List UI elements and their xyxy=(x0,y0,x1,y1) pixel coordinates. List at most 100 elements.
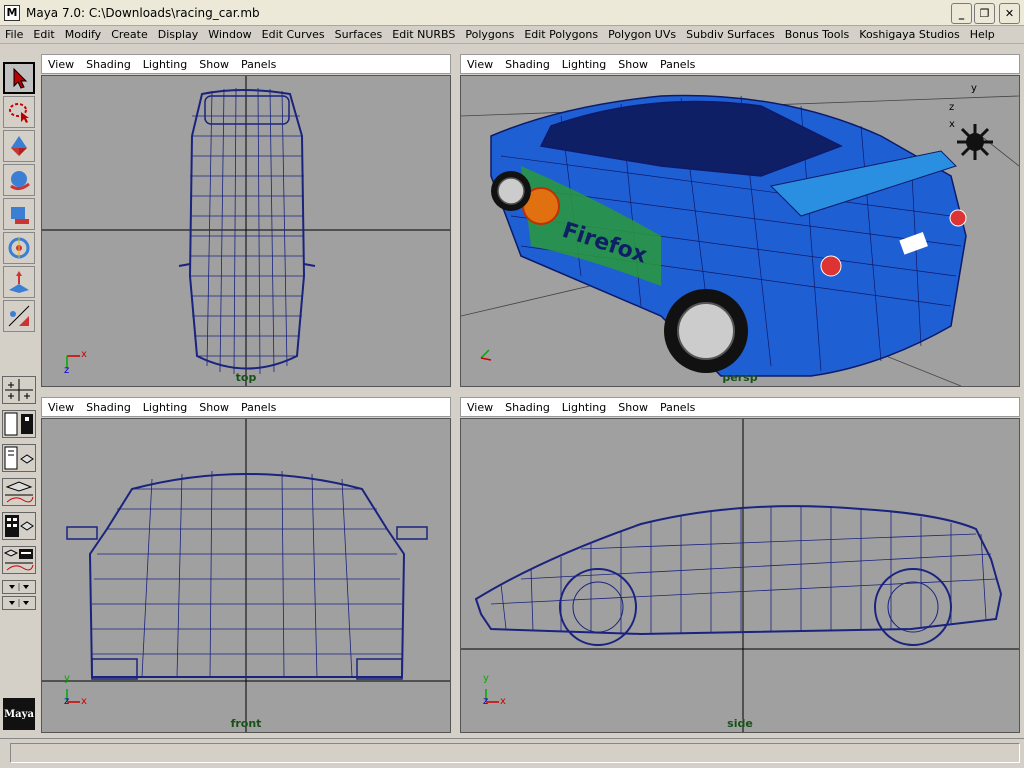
menu-polygon-uvs[interactable]: Polygon UVs xyxy=(603,28,681,41)
menu-bonus-tools[interactable]: Bonus Tools xyxy=(780,28,855,41)
panel-menu-panels[interactable]: Panels xyxy=(235,401,282,414)
side-viewport[interactable]: y z x side xyxy=(460,418,1020,733)
lasso-icon xyxy=(9,103,29,123)
side-view-panel: View Shading Lighting Show Panels y z x … xyxy=(460,397,1020,733)
hypergraph-icon xyxy=(4,446,34,470)
camera-label-persp: persp xyxy=(722,371,758,384)
viewcube-label-z: z xyxy=(949,102,955,113)
menu-edit-curves[interactable]: Edit Curves xyxy=(257,28,330,41)
menu-window[interactable]: Window xyxy=(203,28,256,41)
panel-menu-show[interactable]: Show xyxy=(193,58,235,71)
panel-menu-shading[interactable]: Shading xyxy=(80,401,137,414)
menu-koshigaya-studios[interactable]: Koshigaya Studios xyxy=(854,28,964,41)
panel-menu-bar: View Shading Lighting Show Panels xyxy=(460,397,1020,417)
viewcube-label-x: x xyxy=(949,119,955,130)
show-manip-icon xyxy=(8,305,30,327)
rotate-tool-button[interactable] xyxy=(3,164,35,196)
panel-menu-bar: View Shading Lighting Show Panels xyxy=(41,397,451,417)
panel-menu-show[interactable]: Show xyxy=(612,58,654,71)
layout-trax-editor-button[interactable] xyxy=(2,546,36,574)
menu-file[interactable]: File xyxy=(0,28,28,41)
panel-menu-view[interactable]: View xyxy=(42,401,80,414)
panel-menu-panels[interactable]: Panels xyxy=(654,401,701,414)
universal-manipulator-button[interactable] xyxy=(3,232,35,264)
menu-edit[interactable]: Edit xyxy=(28,28,59,41)
soft-mod-icon xyxy=(9,271,29,293)
title-bar: M Maya 7.0: C:\Downloads\racing_car.mb _… xyxy=(0,0,1024,26)
scale-tool-button[interactable] xyxy=(3,198,35,230)
top-view-car-wireframe xyxy=(42,76,450,386)
channel-box-icon xyxy=(5,515,34,537)
restore-button[interactable]: ❐ xyxy=(974,3,995,24)
lasso-tool-button[interactable] xyxy=(3,96,35,128)
axis-label-x: x xyxy=(500,696,506,707)
front-viewport[interactable]: y z x front xyxy=(41,418,451,733)
menu-surfaces[interactable]: Surfaces xyxy=(330,28,388,41)
layout-persp-outliner-button[interactable] xyxy=(2,410,36,438)
layout-dropdown-2[interactable] xyxy=(2,596,36,610)
close-button[interactable]: ✕ xyxy=(999,3,1020,24)
panel-menu-lighting[interactable]: Lighting xyxy=(556,58,612,71)
viewcube-label-y: y xyxy=(971,83,977,94)
axis-label-y: y xyxy=(483,673,489,684)
trax-editor-icon xyxy=(3,549,34,571)
menu-edit-polygons[interactable]: Edit Polygons xyxy=(519,28,603,41)
axis-label-z: z xyxy=(64,696,70,707)
layout-four-view-button[interactable] xyxy=(2,376,36,404)
layout-dropdown-1[interactable] xyxy=(2,580,36,594)
panel-menu-lighting[interactable]: Lighting xyxy=(137,58,193,71)
panel-menu-view[interactable]: View xyxy=(461,58,499,71)
menu-edit-nurbs[interactable]: Edit NURBS xyxy=(387,28,460,41)
panel-menu-bar: View Shading Lighting Show Panels xyxy=(460,54,1020,74)
maya-app-icon: M xyxy=(4,4,20,21)
toolbox: Maya xyxy=(0,58,38,738)
view-cube-icon[interactable] xyxy=(957,124,993,160)
chevron-down-icon xyxy=(9,599,29,607)
panel-menu-bar: View Shading Lighting Show Panels xyxy=(41,54,451,74)
menu-display[interactable]: Display xyxy=(153,28,204,41)
rotate-icon xyxy=(10,171,30,191)
camera-label-front: front xyxy=(230,717,262,730)
panel-menu-lighting[interactable]: Lighting xyxy=(137,401,193,414)
panel-menu-view[interactable]: View xyxy=(461,401,499,414)
menu-polygons[interactable]: Polygons xyxy=(460,28,519,41)
scale-icon xyxy=(11,207,29,224)
window-title: Maya 7.0: C:\Downloads\racing_car.mb xyxy=(26,5,260,20)
select-tool-button[interactable] xyxy=(3,62,35,94)
move-tool-button[interactable] xyxy=(3,130,35,162)
command-line-field[interactable] xyxy=(10,743,1020,763)
camera-label-side: side xyxy=(727,717,753,730)
panel-menu-view[interactable]: View xyxy=(42,58,80,71)
top-view-panel: View Shading Lighting Show Panels x z to… xyxy=(41,54,451,387)
top-viewport[interactable]: x z top xyxy=(41,75,451,387)
panel-menu-show[interactable]: Show xyxy=(612,401,654,414)
soft-modification-button[interactable] xyxy=(3,266,35,298)
layout-graph-editor-button[interactable] xyxy=(2,478,36,506)
show-manipulator-button[interactable] xyxy=(3,300,35,332)
axis-label-x: x xyxy=(81,696,87,707)
main-menu-bar: File Edit Modify Create Display Window E… xyxy=(0,26,1024,44)
layout-hypergraph-button[interactable] xyxy=(2,444,36,472)
side-view-car-wireframe xyxy=(461,419,1019,732)
arrow-icon xyxy=(13,67,28,89)
menu-create[interactable]: Create xyxy=(106,28,153,41)
axis-label-y: y xyxy=(64,673,70,684)
graph-editor-icon xyxy=(5,481,34,503)
panel-menu-shading[interactable]: Shading xyxy=(499,58,556,71)
panel-menu-shading[interactable]: Shading xyxy=(80,58,137,71)
minimize-button[interactable]: _ xyxy=(951,3,972,24)
manipulator-icon xyxy=(8,237,30,259)
front-view-car-wireframe xyxy=(42,419,450,732)
panel-menu-show[interactable]: Show xyxy=(193,401,235,414)
panel-menu-lighting[interactable]: Lighting xyxy=(556,401,612,414)
axis-label-z: z xyxy=(483,696,489,707)
panel-menu-panels[interactable]: Panels xyxy=(654,58,701,71)
four-view-icon xyxy=(5,379,33,401)
menu-modify[interactable]: Modify xyxy=(60,28,106,41)
panel-menu-panels[interactable]: Panels xyxy=(235,58,282,71)
menu-help[interactable]: Help xyxy=(965,28,1000,41)
panel-menu-shading[interactable]: Shading xyxy=(499,401,556,414)
layout-channel-box-button[interactable] xyxy=(2,512,36,540)
menu-subdiv-surfaces[interactable]: Subdiv Surfaces xyxy=(681,28,780,41)
persp-viewport[interactable]: Firefox y z x persp xyxy=(460,75,1020,387)
